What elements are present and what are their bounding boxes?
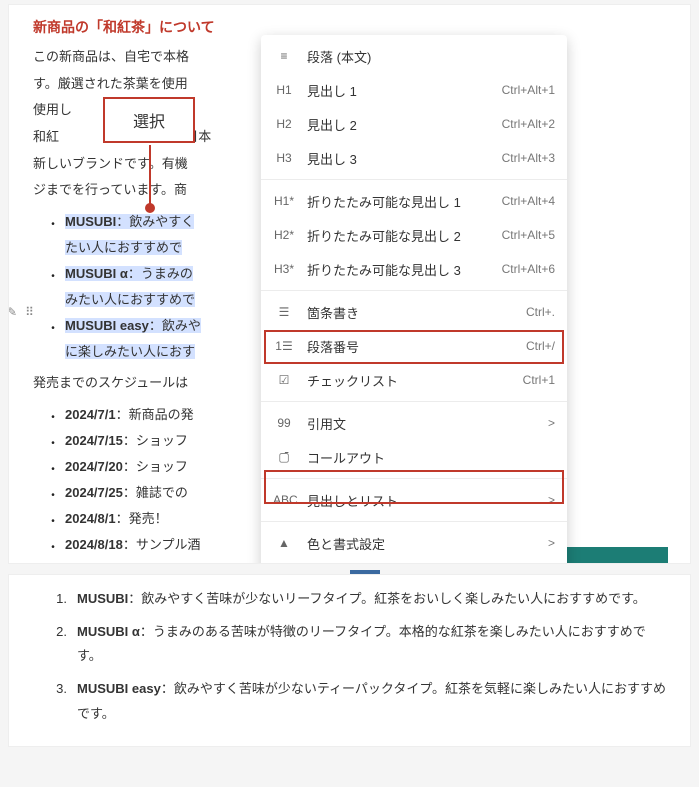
menu-numbered-list[interactable]: 1☰段落番号Ctrl+/	[261, 329, 567, 363]
editor-panel: 新商品の「和紅茶」について この新商品は、自宅で本格 で す。厳選された茶葉を使…	[8, 4, 691, 564]
menu-color-format[interactable]: ▲色と書式設定>	[261, 526, 567, 560]
checklist-icon: ☑	[273, 373, 295, 387]
menu-separator	[261, 290, 567, 291]
result-panel: 1. MUSUBI：飲みやすく苦味が少ないリーフタイプ。紅茶をおいしく楽しみたい…	[8, 574, 691, 747]
list-number: 3.	[49, 677, 67, 726]
menu-callout[interactable]: ▢̄コールアウト	[261, 440, 567, 474]
headings-lists-icon: ABC	[273, 493, 295, 507]
callout-anchor	[145, 203, 155, 213]
collapse-h2-icon: H2*	[273, 228, 295, 242]
bullet-icon: •	[41, 261, 65, 287]
menu-collapse-h1[interactable]: H1*折りたたみ可能な見出し 1Ctrl+Alt+4	[261, 184, 567, 218]
chevron-right-icon: >	[548, 536, 555, 550]
callout-connector	[149, 145, 151, 205]
list-item: 1. MUSUBI：飲みやすく苦味が少ないリーフタイプ。紅茶をおいしく楽しみたい…	[49, 587, 666, 612]
menu-h1[interactable]: H1見出し 1Ctrl+Alt+1	[261, 73, 567, 107]
list-item: 3. MUSUBI easy：飲みやすく苦味が少ないティーパックタイプ。紅茶を気…	[49, 677, 666, 726]
doc-heading: 新商品の「和紅茶」について	[33, 17, 666, 37]
numbered-list-icon: 1☰	[273, 339, 295, 353]
product-name: MUSUBI easy	[65, 318, 149, 333]
quote-icon: 99	[273, 416, 295, 430]
menu-separator	[261, 401, 567, 402]
bullet-list-icon: ☰	[273, 305, 295, 319]
callout-icon: ▢̄	[273, 450, 295, 464]
product-name: MUSUBI α	[65, 266, 128, 281]
comment-icon[interactable]: ✎	[8, 305, 17, 319]
h2-icon: H2	[273, 117, 295, 131]
list-item: 2. MUSUBI α：うまみのある苦味が特徴のリーフタイプ。本格的な紅茶を楽し…	[49, 620, 666, 669]
color-format-icon: ▲	[273, 536, 295, 550]
menu-checklist[interactable]: ☑チェックリストCtrl+1	[261, 363, 567, 397]
paragraph-icon: ≡	[273, 49, 295, 63]
menu-separator	[261, 521, 567, 522]
menu-h3[interactable]: H3見出し 3Ctrl+Alt+3	[261, 141, 567, 175]
h3-icon: H3	[273, 151, 295, 165]
h1-icon: H1	[273, 83, 295, 97]
list-number: 2.	[49, 620, 67, 669]
collapse-h3-icon: H3*	[273, 262, 295, 276]
menu-separator	[261, 478, 567, 479]
selection-callout: 選択	[103, 97, 195, 143]
bullet-icon: •	[41, 313, 65, 339]
drag-handle-icon[interactable]: ⠿	[25, 305, 34, 319]
menu-paragraph[interactable]: ≡段落 (本文)	[261, 39, 567, 73]
product-name: MUSUBI	[77, 591, 128, 606]
numbered-list: 1. MUSUBI：飲みやすく苦味が少ないリーフタイプ。紅茶をおいしく楽しみたい…	[49, 587, 666, 726]
menu-h2[interactable]: H2見出し 2Ctrl+Alt+2	[261, 107, 567, 141]
menu-collapse-h3[interactable]: H3*折りたたみ可能な見出し 3Ctrl+Alt+6	[261, 252, 567, 286]
product-name: MUSUBI easy	[77, 681, 161, 696]
menu-separator	[261, 179, 567, 180]
paragraph-style-menu[interactable]: ≡段落 (本文) H1見出し 1Ctrl+Alt+1 H2見出し 2Ctrl+A…	[261, 35, 567, 564]
product-name: MUSUBI α	[77, 624, 140, 639]
list-number: 1.	[49, 587, 67, 612]
menu-bullet-list[interactable]: ☰箇条書きCtrl+.	[261, 295, 567, 329]
block-gutter[interactable]: ✎ ⠿	[8, 305, 34, 319]
menu-headings-lists[interactable]: ABC見出しとリスト>	[261, 483, 567, 517]
bullet-icon: •	[41, 209, 65, 235]
collapse-h1-icon: H1*	[273, 194, 295, 208]
menu-collapse-h2[interactable]: H2*折りたたみ可能な見出し 2Ctrl+Alt+5	[261, 218, 567, 252]
menu-quote[interactable]: 99引用文>	[261, 406, 567, 440]
chevron-right-icon: >	[548, 493, 555, 507]
callout-label: 選択	[133, 108, 165, 132]
product-name: MUSUBI	[65, 214, 116, 229]
